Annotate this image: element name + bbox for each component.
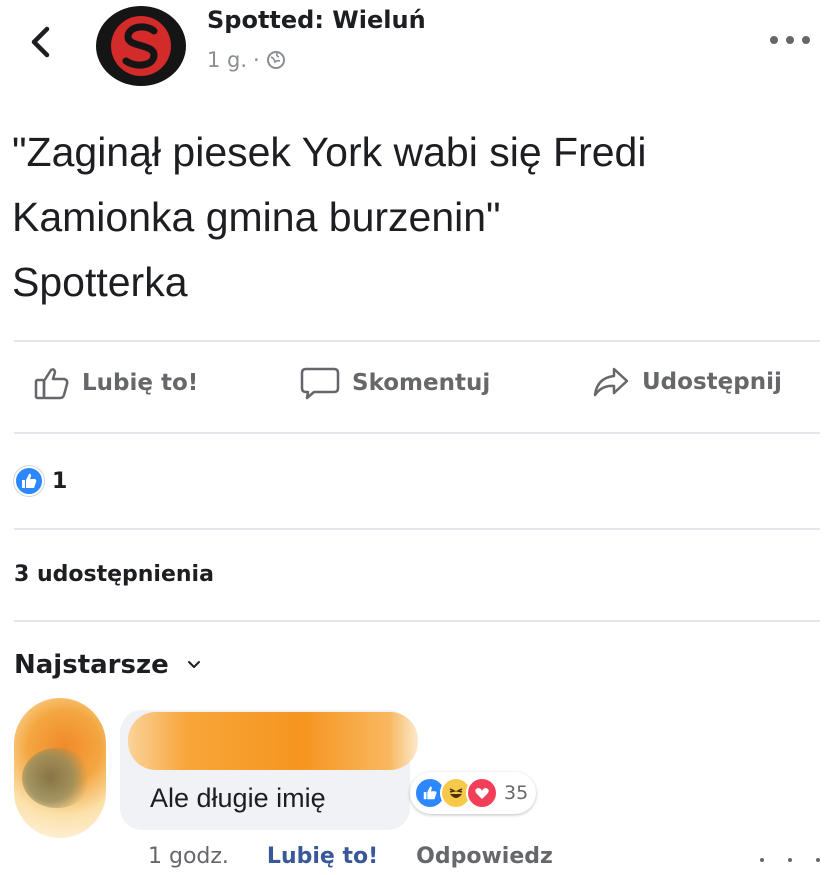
divider <box>14 340 820 342</box>
divider <box>14 528 820 530</box>
love-reaction-icon <box>466 777 498 809</box>
share-arrow-icon <box>593 367 629 397</box>
comment-time: 1 godz. <box>148 844 229 869</box>
post-text-line: "Zaginął piesek York wabi się Fredi <box>12 129 647 175</box>
post-text: "Zaginął piesek York wabi się Fredi Kami… <box>12 120 812 315</box>
post-meta: 1 g. · <box>207 48 286 72</box>
meta-separator: · <box>253 48 260 72</box>
redacted-commenter-name <box>128 712 418 770</box>
like-button[interactable]: Lubię to! <box>34 366 198 400</box>
like-reaction-icon <box>14 466 44 496</box>
divider <box>14 620 820 622</box>
chevron-left-icon <box>31 26 50 58</box>
comment-more-icon[interactable] <box>760 858 820 864</box>
comment-button[interactable]: Skomentuj <box>300 366 490 400</box>
shares-count[interactable]: 3 udostępnienia <box>14 562 214 587</box>
spotted-logo-icon <box>111 16 171 76</box>
globe-icon <box>266 51 285 69</box>
more-options-button[interactable] <box>770 30 810 50</box>
comment-like-button[interactable]: Lubię to! <box>267 844 378 869</box>
share-button[interactable]: Udostępnij <box>592 366 782 398</box>
reactions-summary[interactable]: 1 <box>14 466 67 496</box>
comment-sort-dropdown[interactable]: Najstarsze <box>14 650 201 680</box>
post-time[interactable]: 1 g. <box>207 48 247 72</box>
more-icon <box>770 36 778 44</box>
back-button[interactable] <box>22 22 58 62</box>
commenter-avatar[interactable] <box>14 698 106 838</box>
post-text-line: Spotterka <box>12 259 188 305</box>
post-actions-bar: Lubię to! Skomentuj Udostępnij <box>0 350 827 430</box>
comment-reactions[interactable]: 35 <box>410 772 537 814</box>
comment-reply-button[interactable]: Odpowiedz <box>416 844 553 869</box>
page-name[interactable]: Spotted: Wieluń <box>207 6 426 34</box>
share-label: Udostępnij <box>642 369 782 395</box>
comment-text: Ale długie imię <box>150 783 326 813</box>
speech-bubble-icon <box>300 367 340 400</box>
comment-footer: 1 godz. Lubię to! Odpowiedz <box>148 844 553 869</box>
chevron-down-icon <box>187 661 200 668</box>
comment-reaction-count: 35 <box>504 782 529 804</box>
reaction-count: 1 <box>52 468 68 494</box>
divider <box>14 432 820 434</box>
post-text-line: Kamionka gmina burzenin" <box>12 194 501 240</box>
page-avatar[interactable] <box>96 6 186 86</box>
comment-label: Skomentuj <box>352 370 491 396</box>
sort-label: Najstarsze <box>14 650 169 680</box>
post-header: Spotted: Wieluń 1 g. · <box>0 0 827 100</box>
thumbs-up-icon <box>34 368 69 400</box>
like-label: Lubię to! <box>82 370 199 396</box>
